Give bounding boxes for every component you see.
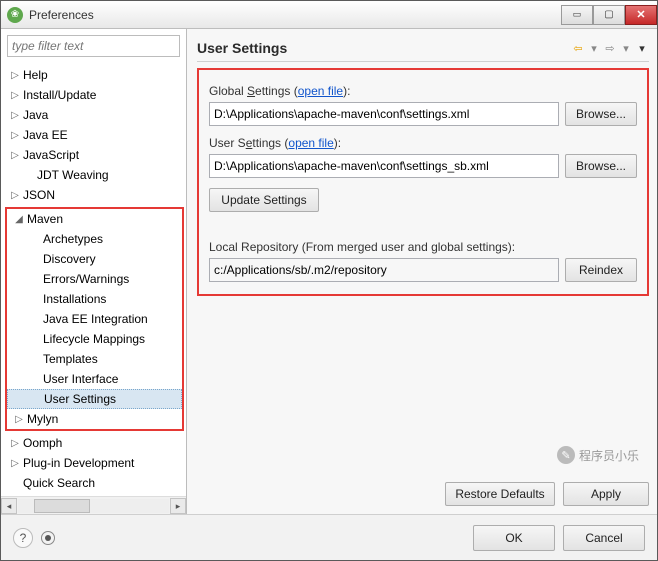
expand-icon[interactable]: ▷ — [9, 438, 21, 449]
tree-item[interactable]: ▷JavaScript — [3, 145, 186, 165]
preference-tree[interactable]: ▷Help ▷Install/Update ▷Java ▷Java EE ▷Ja… — [1, 63, 186, 496]
tree-item[interactable]: Templates — [7, 349, 182, 369]
browse-user-button[interactable]: Browse... — [565, 154, 637, 178]
local-repo-input[interactable] — [209, 258, 559, 282]
tree-item-maven[interactable]: ◢Maven — [7, 209, 182, 229]
update-settings-button[interactable]: Update Settings — [209, 188, 319, 212]
ok-button[interactable]: OK — [473, 525, 555, 551]
scroll-left-icon[interactable]: ◂ — [1, 498, 17, 514]
help-button[interactable]: ? — [13, 528, 33, 548]
expand-icon[interactable]: ▷ — [13, 414, 25, 425]
collapse-icon[interactable]: ◢ — [13, 214, 25, 225]
menu-icon[interactable]: ▾ — [635, 42, 649, 55]
preferences-window: ❀ Preferences ▷Help ▷Install/Update ▷Jav… — [0, 0, 658, 561]
tree-item[interactable]: ▷Help — [3, 65, 186, 85]
filter-input[interactable] — [7, 35, 180, 57]
tree-item[interactable]: User Interface — [7, 369, 182, 389]
expand-icon[interactable]: ▷ — [9, 130, 21, 141]
watermark-icon: ✎ — [557, 446, 575, 464]
tree-item-user-settings[interactable]: User Settings — [7, 389, 182, 409]
cancel-button[interactable]: Cancel — [563, 525, 645, 551]
reindex-button[interactable]: Reindex — [565, 258, 637, 282]
expand-icon[interactable]: ▷ — [9, 458, 21, 469]
tree-item[interactable]: ▷Java EE — [3, 125, 186, 145]
dropdown-icon[interactable]: ▾ — [587, 42, 601, 55]
tree-item[interactable]: ▷Java — [3, 105, 186, 125]
sidebar: ▷Help ▷Install/Update ▷Java ▷Java EE ▷Ja… — [1, 29, 187, 514]
tree-item[interactable]: ▷JSON — [3, 185, 186, 205]
global-settings-label: Global Settings (open file): — [209, 84, 637, 98]
titlebar[interactable]: ❀ Preferences — [1, 1, 657, 29]
open-file-link[interactable]: open file — [298, 84, 343, 98]
page-title: User Settings — [197, 40, 571, 56]
expand-icon[interactable]: ▷ — [9, 110, 21, 121]
dialog-footer: ? OK Cancel — [1, 514, 657, 560]
highlight-annotation: ◢Maven Archetypes Discovery Errors/Warni… — [5, 207, 184, 431]
tree-item[interactable]: Lifecycle Mappings — [7, 329, 182, 349]
tree-item[interactable]: ▷Oomph — [3, 433, 186, 453]
tree-item[interactable]: Discovery — [7, 249, 182, 269]
watermark: ✎ 程序员小乐 — [557, 446, 639, 464]
tree-item[interactable]: ▷Install/Update — [3, 85, 186, 105]
tree-item[interactable]: Installations — [7, 289, 182, 309]
local-repo-label: Local Repository (From merged user and g… — [209, 240, 637, 254]
maximize-button[interactable] — [593, 5, 625, 25]
close-button[interactable] — [625, 5, 657, 25]
content-pane: User Settings ⇦ ▾ ⇨ ▾ ▾ Global Settings … — [187, 29, 657, 514]
scroll-thumb[interactable] — [34, 499, 90, 513]
nav-forward-icon[interactable]: ⇨ — [603, 42, 617, 55]
expand-icon[interactable]: ▷ — [9, 70, 21, 81]
open-file-link[interactable]: open file — [288, 136, 333, 150]
tree-item[interactable]: Java EE Integration — [7, 309, 182, 329]
global-settings-input[interactable] — [209, 102, 559, 126]
dropdown-icon[interactable]: ▾ — [619, 42, 633, 55]
expand-icon[interactable]: ▷ — [9, 90, 21, 101]
browse-global-button[interactable]: Browse... — [565, 102, 637, 126]
highlight-annotation: Global Settings (open file): Browse... U… — [197, 68, 649, 296]
nav-back-icon[interactable]: ⇦ — [571, 42, 585, 55]
tree-item[interactable]: ▷Mylyn — [7, 409, 182, 429]
user-settings-label: User Settings (open file): — [209, 136, 637, 150]
tree-item[interactable]: JDT Weaving — [3, 165, 186, 185]
tree-item[interactable]: Quick Search — [3, 473, 186, 493]
expand-icon[interactable]: ▷ — [9, 190, 21, 201]
scroll-right-icon[interactable]: ▸ — [170, 498, 186, 514]
tree-item[interactable]: Archetypes — [7, 229, 182, 249]
record-icon[interactable] — [41, 531, 55, 545]
apply-button[interactable]: Apply — [563, 482, 649, 506]
app-icon: ❀ — [7, 7, 23, 23]
tree-item[interactable]: Errors/Warnings — [7, 269, 182, 289]
tree-item[interactable]: ▷Plug-in Development — [3, 453, 186, 473]
window-title: Preferences — [29, 8, 561, 22]
user-settings-input[interactable] — [209, 154, 559, 178]
expand-icon[interactable]: ▷ — [9, 150, 21, 161]
restore-defaults-button[interactable]: Restore Defaults — [445, 482, 555, 506]
horizontal-scrollbar[interactable]: ◂ ▸ — [1, 496, 186, 514]
divider — [197, 61, 649, 62]
minimize-button[interactable] — [561, 5, 593, 25]
